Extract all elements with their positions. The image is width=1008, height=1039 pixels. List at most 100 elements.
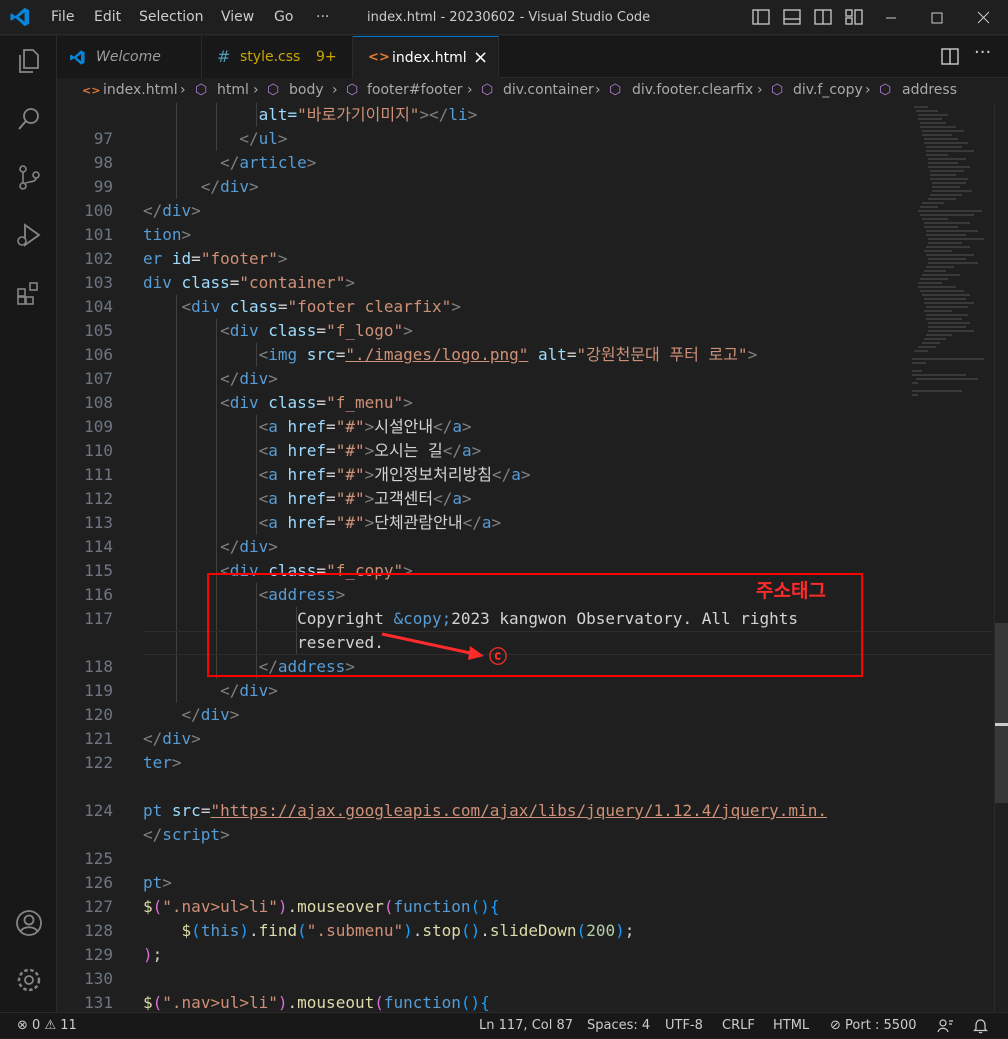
- line-number: 131: [84, 993, 113, 1012]
- code-line-122: ter>: [143, 753, 182, 772]
- cursor-position[interactable]: Ln 117, Col 87: [479, 1013, 573, 1039]
- chevron-right-icon: ›: [467, 82, 473, 98]
- tab-style-css[interactable]: # style.css 9+: [202, 36, 353, 78]
- menu-file[interactable]: File: [51, 0, 74, 35]
- code-line-105: <div class="f_logo">: [220, 321, 413, 340]
- line-number: 104: [84, 297, 113, 316]
- cursor-position-marker: [995, 723, 1008, 726]
- breadcrumb-item[interactable]: div.container: [503, 82, 594, 98]
- line-number: 112: [84, 489, 113, 508]
- extensions-icon[interactable]: [14, 278, 44, 308]
- activity-bar: [0, 36, 57, 1012]
- vscode-logo-icon: [10, 7, 30, 27]
- code-line-99: </div>: [200, 177, 259, 196]
- code-line-113: <a href="#">단체관람안내</a>: [258, 513, 502, 532]
- toggle-panel-icon[interactable]: [783, 9, 801, 25]
- breadcrumb-item[interactable]: div.footer.clearfix: [632, 82, 753, 98]
- annotation-label: 주소태그: [756, 580, 826, 602]
- code-line-96: alt="바로가기이미지"></li>: [258, 105, 478, 124]
- breadcrumb-item[interactable]: footer#footer: [367, 82, 463, 98]
- code-line-103: div class="container">: [143, 273, 355, 292]
- breadcrumb-item[interactable]: index.html: [103, 82, 178, 98]
- code-line-124: pt src="https://ajax.googleapis.com/ajax…: [143, 801, 827, 820]
- tab-welcome[interactable]: Welcome: [57, 36, 202, 78]
- menu-edit[interactable]: Edit: [94, 0, 121, 35]
- code-line-114: </div>: [220, 537, 278, 556]
- breadcrumb-item[interactable]: html: [217, 82, 249, 98]
- code-line-120: </div>: [181, 705, 240, 724]
- editor-tabs: Welcome # style.css 9+ <> index.html × ·…: [57, 36, 1008, 78]
- line-number: 107: [84, 369, 113, 388]
- code-line-98: </article>: [220, 153, 317, 172]
- maximize-icon[interactable]: [914, 0, 960, 35]
- error-icon: ⊗: [17, 1018, 28, 1033]
- line-number: 122: [84, 753, 113, 772]
- minimize-icon[interactable]: [868, 0, 914, 35]
- toggle-primary-sidebar-icon[interactable]: [752, 9, 770, 25]
- end-of-line[interactable]: CRLF: [722, 1013, 755, 1039]
- search-icon[interactable]: [14, 104, 44, 134]
- breadcrumb-item[interactable]: body: [289, 82, 324, 98]
- code-line-128: $(this).find(".submenu").stop().slideDow…: [181, 921, 635, 940]
- line-number: 126: [84, 873, 113, 892]
- indentation[interactable]: Spaces: 4: [587, 1013, 650, 1039]
- menu-selection[interactable]: Selection: [139, 0, 204, 35]
- explorer-icon[interactable]: [14, 46, 44, 76]
- tab-label: style.css: [240, 49, 301, 65]
- code-line-119: </div>: [220, 681, 278, 700]
- element-cube-icon: ⬡: [609, 82, 622, 98]
- language-mode[interactable]: HTML: [773, 1013, 809, 1039]
- notifications-bell-icon[interactable]: [973, 1018, 988, 1034]
- line-number: 115: [84, 561, 113, 580]
- code-line-108: <div class="f_menu">: [220, 393, 413, 412]
- line-number: 118: [84, 657, 113, 676]
- line-number: 102: [84, 249, 113, 268]
- menu-more[interactable]: ···: [316, 0, 329, 35]
- line-number: 111: [84, 465, 113, 484]
- code-line-121: </div>: [143, 729, 201, 748]
- problems-status[interactable]: ⊗ 0 ⚠ 11: [17, 1013, 77, 1039]
- split-editor-icon[interactable]: [941, 48, 959, 65]
- line-number: 128: [84, 921, 113, 940]
- breadcrumb-item[interactable]: div.f_copy: [793, 82, 863, 98]
- menu-go[interactable]: Go: [274, 0, 293, 35]
- customize-layout-icon[interactable]: [845, 9, 863, 25]
- run-debug-icon[interactable]: [14, 220, 44, 250]
- line-number: 125: [84, 849, 113, 868]
- line-number: 103: [84, 273, 113, 292]
- chevron-right-icon: ›: [180, 82, 186, 98]
- code-line-111: <a href="#">개인정보처리방침</a>: [258, 465, 531, 484]
- chevron-right-icon: ›: [253, 82, 259, 98]
- scrollbar-thumb[interactable]: [995, 623, 1008, 803]
- tab-index-html[interactable]: <> index.html ×: [353, 36, 499, 78]
- close-window-icon[interactable]: [960, 0, 1006, 35]
- breadcrumb-html-file-icon: <>: [82, 84, 101, 97]
- minimap[interactable]: [908, 103, 994, 403]
- line-number: 109: [84, 417, 113, 436]
- css-hash-icon: #: [217, 47, 231, 66]
- encoding[interactable]: UTF-8: [665, 1013, 703, 1039]
- window-title: index.html - 20230602 - Visual Studio Co…: [367, 10, 651, 25]
- code-line-104: <div class="footer clearfix">: [181, 297, 461, 316]
- html-icon: <>: [368, 50, 390, 65]
- code-line-127: $(".nav>ul>li").mouseover(function(){: [143, 897, 500, 916]
- line-number: 130: [84, 969, 113, 988]
- settings-gear-icon[interactable]: [14, 965, 44, 995]
- line-number: 116: [84, 585, 113, 604]
- vertical-scrollbar[interactable]: [994, 103, 1008, 1012]
- toggle-secondary-sidebar-icon[interactable]: [814, 9, 832, 25]
- tab-label: index.html: [392, 50, 467, 66]
- close-tab-icon[interactable]: ×: [473, 37, 488, 79]
- source-control-icon[interactable]: [14, 162, 44, 192]
- live-server-port[interactable]: ⊘ Port : 5500: [830, 1013, 917, 1039]
- vscode-icon: [70, 50, 85, 65]
- feedback-icon[interactable]: [937, 1018, 954, 1034]
- chevron-right-icon: ›: [757, 82, 763, 98]
- menu-view[interactable]: View: [221, 0, 254, 35]
- more-actions-icon[interactable]: ···: [974, 42, 991, 63]
- code-line-124-wrap: </script>: [143, 825, 230, 844]
- breadcrumb-item[interactable]: address: [902, 82, 957, 98]
- line-number: 129: [84, 945, 113, 964]
- accounts-icon[interactable]: [14, 908, 44, 938]
- code-editor[interactable]: 97 98 99 100 101 102 103 104 105 106 107…: [57, 103, 994, 1012]
